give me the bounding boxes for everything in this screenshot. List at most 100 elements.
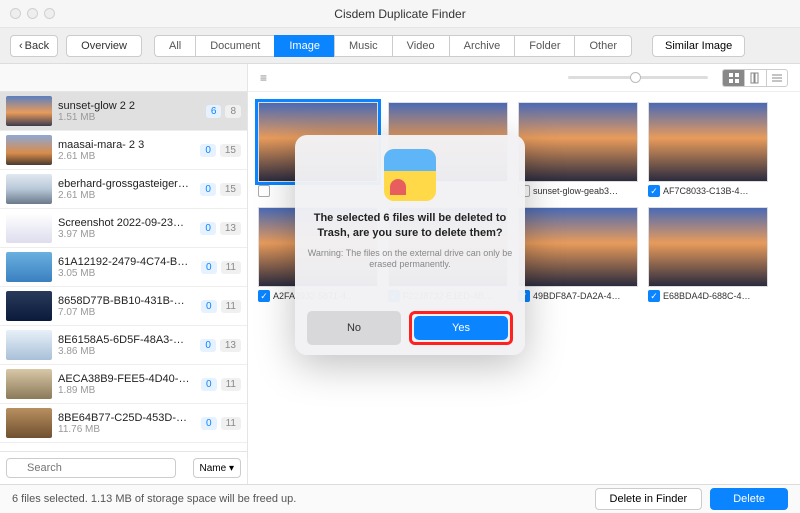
filter-icon[interactable]: ≡ bbox=[260, 71, 267, 85]
zoom-icon[interactable] bbox=[44, 8, 55, 19]
item-name: AECA38B9-FEE5-4D40-… bbox=[58, 373, 195, 385]
dialog-warning: Warning: The files on the external drive… bbox=[307, 248, 513, 271]
thumbnail bbox=[6, 252, 52, 282]
grid-cell[interactable]: sunset-glow-geab3… bbox=[518, 102, 638, 197]
delete-in-finder-button[interactable]: Delete in Finder bbox=[595, 488, 703, 510]
checkbox[interactable]: ✓ bbox=[648, 290, 660, 302]
yes-highlight: Yes bbox=[409, 311, 513, 345]
thumbnail bbox=[648, 207, 768, 287]
zoom-slider[interactable] bbox=[568, 76, 708, 79]
chevron-down-icon: ▾ bbox=[229, 463, 234, 474]
status-text: 6 files selected. 1.13 MB of storage spa… bbox=[12, 493, 296, 505]
item-size: 7.07 MB bbox=[58, 307, 195, 318]
sort-button[interactable]: Name ▾ bbox=[193, 458, 242, 478]
checkbox[interactable]: ✓ bbox=[648, 185, 660, 197]
tab-all[interactable]: All bbox=[154, 35, 195, 57]
item-size: 11.76 MB bbox=[58, 424, 195, 435]
footer: 6 files selected. 1.13 MB of storage spa… bbox=[0, 484, 800, 513]
total-count: 11 bbox=[221, 300, 241, 313]
search-input[interactable] bbox=[6, 458, 176, 478]
thumbnail bbox=[6, 408, 52, 438]
grid-view-button[interactable] bbox=[722, 69, 744, 87]
grid-cell[interactable]: ✓49BDF8A7-DA2A-4… bbox=[518, 207, 638, 302]
close-icon[interactable] bbox=[10, 8, 21, 19]
item-name: 8BE64B77-C25D-453D-… bbox=[58, 412, 195, 424]
item-name: 8E6158A5-6D5F-48A3-… bbox=[58, 334, 194, 346]
delete-button[interactable]: Delete bbox=[710, 488, 788, 510]
list-view-button[interactable] bbox=[766, 69, 788, 87]
total-count: 15 bbox=[220, 144, 241, 157]
item-name: 61A12192-2479-4C74-B… bbox=[58, 256, 195, 268]
total-count: 11 bbox=[221, 378, 241, 391]
yes-button[interactable]: Yes bbox=[414, 316, 508, 340]
back-button[interactable]: ‹ Back bbox=[10, 35, 58, 57]
dialog-message: The selected 6 files will be deleted to … bbox=[307, 211, 513, 242]
selected-count: 0 bbox=[200, 183, 216, 196]
item-size: 3.86 MB bbox=[58, 346, 194, 357]
photo-icon bbox=[384, 149, 436, 201]
selected-count: 0 bbox=[201, 378, 217, 391]
total-count: 13 bbox=[220, 339, 241, 352]
list-item[interactable]: sunset-glow 2 21.51 MB68 bbox=[0, 92, 247, 131]
list-item[interactable]: eberhard-grossgasteiger…2.61 MB 0 15 bbox=[0, 170, 247, 209]
overview-button[interactable]: Overview bbox=[66, 35, 142, 57]
tab-folder[interactable]: Folder bbox=[514, 35, 574, 57]
tab-document[interactable]: Document bbox=[195, 35, 274, 57]
view-mode-toggle bbox=[722, 69, 788, 87]
selected-count: 0 bbox=[200, 339, 216, 352]
selected-count: 0 bbox=[201, 300, 217, 313]
item-size: 3.05 MB bbox=[58, 268, 195, 279]
item-size: 1.89 MB bbox=[58, 385, 195, 396]
list-item[interactable]: 8658D77B-BB10-431B-…7.07 MB 0 11 bbox=[0, 287, 247, 326]
thumbnail bbox=[6, 291, 52, 321]
total-count: 11 bbox=[221, 261, 241, 274]
similar-image-button[interactable]: Similar Image bbox=[652, 35, 745, 57]
list-item[interactable]: 8E6158A5-6D5F-48A3-…3.86 MB 0 13 bbox=[0, 326, 247, 365]
duplicate-list: sunset-glow 2 21.51 MB68maasai-mara- 2 3… bbox=[0, 92, 247, 451]
category-tabs: AllDocumentImageMusicVideoArchiveFolderO… bbox=[154, 35, 632, 57]
back-label: Back bbox=[25, 40, 49, 52]
grid-cell[interactable]: ✓E68BDA4D-688C-4… bbox=[648, 207, 768, 302]
list-item[interactable]: Screenshot 2022-09-23…3.97 MB013 bbox=[0, 209, 247, 248]
file-name: E68BDA4D-688C-4… bbox=[663, 291, 751, 301]
tab-archive[interactable]: Archive bbox=[449, 35, 515, 57]
selected-count: 0 bbox=[200, 144, 216, 157]
selected-count: 0 bbox=[201, 261, 217, 274]
checkbox[interactable] bbox=[258, 185, 270, 197]
thumbnail bbox=[6, 174, 52, 204]
selected-count: 0 bbox=[200, 222, 216, 235]
grid-cell[interactable]: ✓AF7C8033-C13B-4… bbox=[648, 102, 768, 197]
item-name: eberhard-grossgasteiger… bbox=[58, 178, 194, 190]
file-name: AF7C8033-C13B-4… bbox=[663, 186, 749, 196]
checkbox[interactable]: ✓ bbox=[258, 290, 270, 302]
confirm-dialog: The selected 6 files will be deleted to … bbox=[295, 135, 525, 355]
total-count: 11 bbox=[221, 417, 241, 430]
list-item[interactable]: 8BE64B77-C25D-453D-…11.76 MB 0 11 bbox=[0, 404, 247, 443]
tab-music[interactable]: Music bbox=[334, 35, 392, 57]
minimize-icon[interactable] bbox=[27, 8, 38, 19]
thumbnail bbox=[518, 102, 638, 182]
item-name: Screenshot 2022-09-23… bbox=[58, 217, 194, 229]
total-count: 15 bbox=[220, 183, 241, 196]
sort-label: Name bbox=[200, 463, 227, 474]
selected-count: 0 bbox=[201, 417, 217, 430]
selected-count: 6 bbox=[206, 105, 222, 118]
item-size: 1.51 MB bbox=[58, 112, 200, 123]
list-item[interactable]: maasai-mara- 2 32.61 MB 0 15 bbox=[0, 131, 247, 170]
columns-view-button[interactable] bbox=[744, 69, 766, 87]
tab-video[interactable]: Video bbox=[392, 35, 449, 57]
item-name: sunset-glow 2 2 bbox=[58, 100, 200, 112]
sidebar: sunset-glow 2 21.51 MB68maasai-mara- 2 3… bbox=[0, 64, 248, 484]
item-size: 2.61 MB bbox=[58, 151, 194, 162]
item-name: maasai-mara- 2 3 bbox=[58, 139, 194, 151]
list-item[interactable]: 61A12192-2479-4C74-B…3.05 MB 0 11 bbox=[0, 248, 247, 287]
sidebar-toolbar bbox=[0, 64, 247, 92]
titlebar: Cisdem Duplicate Finder bbox=[0, 0, 800, 28]
thumbnail bbox=[6, 330, 52, 360]
no-button[interactable]: No bbox=[307, 311, 401, 345]
item-name: 8658D77B-BB10-431B-… bbox=[58, 295, 195, 307]
item-size: 2.61 MB bbox=[58, 190, 194, 201]
list-item[interactable]: AECA38B9-FEE5-4D40-…1.89 MB 0 11 bbox=[0, 365, 247, 404]
tab-other[interactable]: Other bbox=[574, 35, 632, 57]
tab-image[interactable]: Image bbox=[274, 35, 334, 57]
